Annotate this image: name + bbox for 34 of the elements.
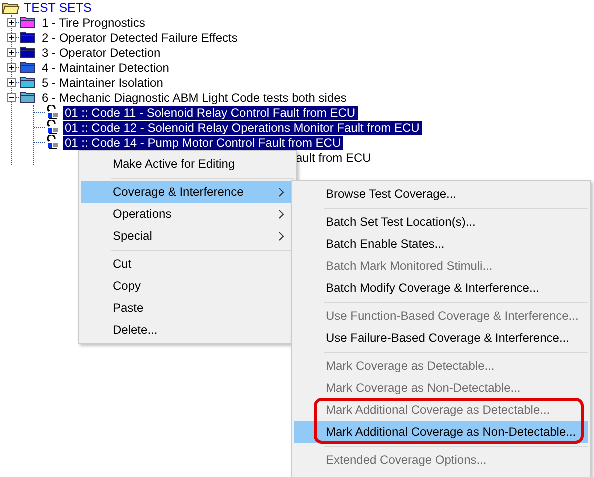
tree-item[interactable]: 6 - Mechanic Diagnostic ABM Light Code tests both sides [40,90,349,104]
menu-item[interactable]: Operations [81,203,294,225]
menu-item[interactable]: Batch Modify Coverage & Interference... [294,277,588,299]
menu-item[interactable]: Browse Test Coverage... [294,183,588,205]
menu-item[interactable]: Special [81,225,294,247]
menu-item[interactable]: Copy [81,275,294,297]
menu-item[interactable]: Batch Enable States... [294,233,588,255]
test-icon [46,135,60,150]
expander-icon[interactable] [7,78,16,87]
tree-item[interactable]: 4 - Maintainer Detection [40,60,172,74]
menu-item[interactable]: Coverage & Interference [81,181,294,203]
menu-item[interactable]: Mark Additional Coverage as Non-Detectable... [294,421,588,443]
tree-root-label[interactable]: TEST SETS [24,0,92,14]
menu-item[interactable]: Use Failure-Based Coverage & Interference... [294,327,588,349]
tree-item[interactable]: 1 - Tire Prognostics [40,16,148,30]
expander-icon[interactable] [7,33,16,42]
test-icon [46,105,60,120]
menu-item[interactable]: Batch Set Test Location(s)... [294,211,588,233]
tree-item[interactable]: 01 :: Code 11 - Solenoid Relay Control Fault from ECU [63,106,358,120]
expander-icon[interactable] [7,48,16,57]
menu-item[interactable]: Paste [81,297,294,319]
menu-item[interactable]: Cut [81,253,294,275]
expander-icon[interactable] [7,63,16,72]
tree-item[interactable]: 5 - Maintainer Isolation [40,76,166,90]
expander-icon[interactable] [7,93,16,102]
menu-item[interactable]: Make Active for Editing [81,153,294,175]
tree-item[interactable]: 2 - Operator Detected Failure Effects [40,30,240,44]
menu-item[interactable]: Delete... [81,319,294,341]
tree-item[interactable]: 01 :: Code 14 - Pump Motor Control Fault from ECU [63,136,344,150]
tree-item[interactable]: 3 - Operator Detection [40,46,163,60]
test-icon [46,120,60,135]
tree-item[interactable]: ault from ECU [296,150,372,164]
expander-icon[interactable] [7,18,16,27]
tree-item[interactable]: 01 :: Code 12 - Solenoid Relay Operations Monitor Fault from ECU [63,120,422,134]
